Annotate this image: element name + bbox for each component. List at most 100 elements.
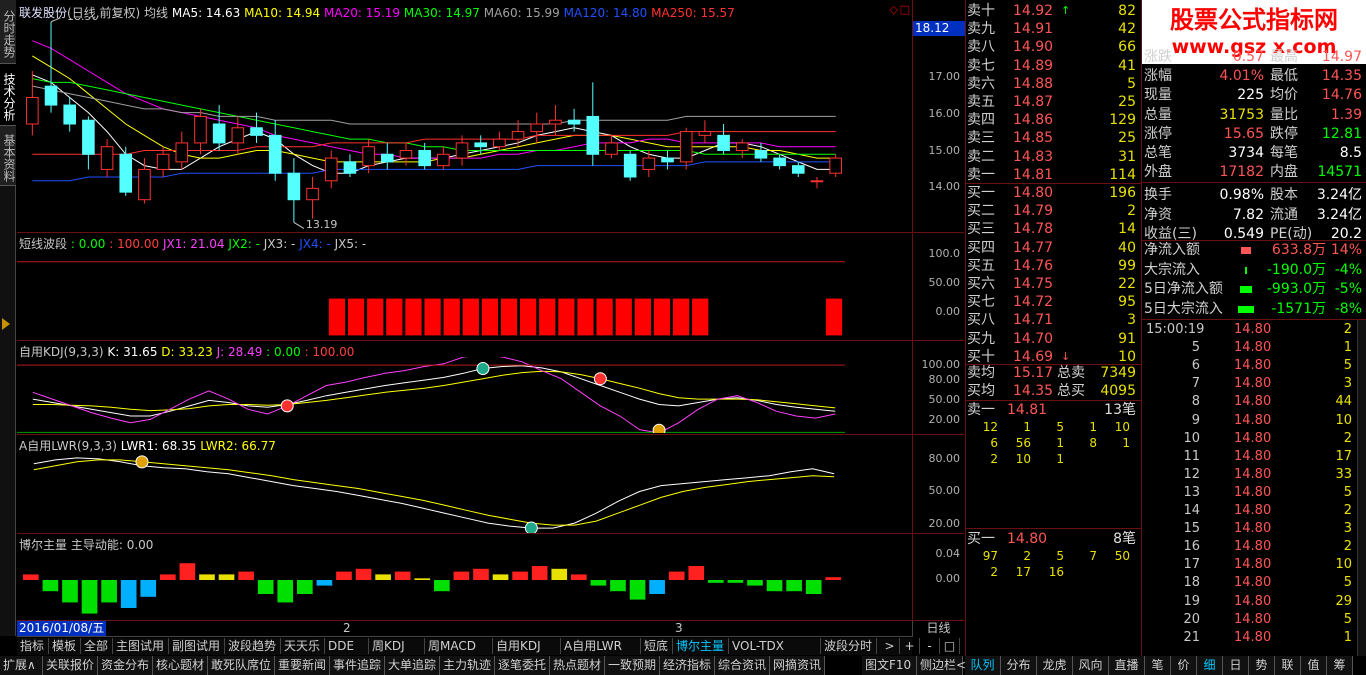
candle-body[interactable] [474,142,487,148]
indicator-tab[interactable]: 模板 [49,638,81,654]
bottom-bar-item[interactable]: 关联报价 [43,656,98,675]
candle-body[interactable] [642,157,656,170]
indicator-tab[interactable]: 波段分时 [821,638,877,654]
period-label[interactable]: 日线 [912,621,964,637]
candle-body[interactable] [679,131,693,163]
candle-body[interactable] [100,146,114,170]
indicator-tab[interactable]: 天天乐 [281,638,325,654]
candle-body[interactable] [792,165,805,174]
right-tab[interactable]: 筹 [1327,656,1353,675]
indicator-tab[interactable]: 周MACD [425,638,493,654]
candle-body[interactable] [399,150,413,159]
candle-body[interactable] [437,153,450,167]
candle-body[interactable] [493,138,506,148]
candle-body[interactable] [530,123,544,133]
indicator-tab[interactable]: 波段趋势 [225,638,281,654]
indicator-tab[interactable]: 短底 [641,638,673,654]
bottom-bar-item[interactable]: 重要新闻 [275,656,330,675]
indicator-tab[interactable]: A自用LWR [561,638,641,654]
bottom-bar-item[interactable]: 综合资讯 [715,656,770,675]
candle-body[interactable] [63,104,76,125]
candlestick-chart[interactable]: 18.50 13.19 [17,18,912,230]
right-tab[interactable]: 值 [1301,656,1327,675]
candle-body[interactable] [418,150,431,167]
right-tab[interactable]: 直播 [1109,656,1145,675]
candle-body[interactable] [773,157,786,167]
indicator-nav-button[interactable]: > [880,638,900,654]
bottom-bar-item[interactable]: 大单追踪 [385,656,440,675]
candle-body[interactable] [735,142,749,152]
tick-scrollbar[interactable] [1357,320,1366,656]
indicator-tab[interactable]: DDE [325,638,369,654]
indicator-tab[interactable]: 博尔主量 [673,638,729,654]
wave-chart[interactable] [17,249,912,339]
candle-body[interactable] [156,153,170,170]
right-tab[interactable]: 分布 [1001,656,1037,675]
candle-body[interactable] [324,157,338,182]
collapse-arrow-icon[interactable] [2,318,10,330]
bottom-bar-item[interactable]: 资金分布 [98,656,153,675]
candle-body[interactable] [250,127,263,136]
indicator-nav-button[interactable]: + [900,638,920,654]
tab-fundamentals[interactable]: 基本资料 [0,126,16,186]
tab-intraday[interactable]: 分时走势 [0,0,16,64]
indicator-tab[interactable]: VOL-TDX [729,638,821,654]
bottom-bar-item[interactable]: 一致预期 [605,656,660,675]
candle-body[interactable] [549,119,562,125]
bor-chart[interactable] [17,550,912,620]
candle-body[interactable] [138,168,151,201]
bottom-bar-item[interactable]: 扩展∧ [0,656,43,675]
candle-body[interactable] [194,115,207,144]
candle-body[interactable] [268,134,282,174]
candle-body[interactable] [287,172,301,201]
bottom-bar-item[interactable]: 逐笔委托 [495,656,550,675]
candle-body[interactable] [119,153,133,193]
bottom-bar-item[interactable]: 图文F10 [862,656,917,675]
indicator-tab[interactable]: 指标 [17,638,49,654]
candle-body[interactable] [698,131,712,136]
candle-body[interactable] [212,123,226,144]
candle-body[interactable] [231,127,245,144]
candle-body[interactable] [26,97,39,125]
bottom-bar-item[interactable]: 事件追踪 [330,656,385,675]
bottom-bar-item[interactable]: 网摘资讯 [770,656,825,675]
candle-body[interactable] [810,180,824,183]
candle-body[interactable] [455,142,469,159]
candle-body[interactable] [586,115,600,155]
candle-body[interactable] [306,187,319,201]
right-tab[interactable]: 风向 [1073,656,1109,675]
right-tab[interactable]: 队列 [965,656,1001,675]
candle-body[interactable] [754,150,768,159]
bottom-bar-item[interactable]: 热点题材 [550,656,605,675]
lwr-chart[interactable] [17,449,912,533]
right-tab[interactable]: 笔 [1145,656,1171,675]
bottom-bar-item[interactable]: 核心题材 [153,656,208,675]
candle-body[interactable] [381,153,394,163]
candle-body[interactable] [343,161,357,174]
indicator-tab[interactable]: 全部 [81,638,113,654]
indicator-tab[interactable]: 周KDJ [369,638,425,654]
bottom-bar-item[interactable]: 敢死队席位 [208,656,275,675]
candle-body[interactable] [567,119,581,125]
bottom-bar-item[interactable]: 主力轨迹 [440,656,495,675]
candle-body[interactable] [175,142,189,163]
indicator-nav-button[interactable]: □ [940,638,960,654]
right-tab[interactable]: 价 [1171,656,1197,675]
candle-body[interactable] [829,157,842,174]
candle-body[interactable] [717,134,730,151]
tab-technical[interactable]: 技术分析 [0,64,16,126]
chart-options-icon[interactable]: ◇ [890,3,898,16]
indicator-tab[interactable]: 自用KDJ [493,638,561,654]
candle-body[interactable] [44,85,58,106]
right-tab[interactable]: 细 [1197,656,1223,675]
indicator-nav-button[interactable]: - [920,638,940,654]
candle-body[interactable] [661,157,674,163]
indicator-tab[interactable]: 副图试用 [169,638,225,654]
right-tab[interactable]: 势 [1249,656,1275,675]
kdj-chart[interactable] [17,357,912,433]
bottom-bar-item[interactable]: 侧边栏< [917,656,966,675]
indicator-tab[interactable]: 主图试用 [113,638,169,654]
right-tab[interactable]: 联 [1275,656,1301,675]
candle-body[interactable] [511,131,525,140]
candle-body[interactable] [362,146,375,167]
